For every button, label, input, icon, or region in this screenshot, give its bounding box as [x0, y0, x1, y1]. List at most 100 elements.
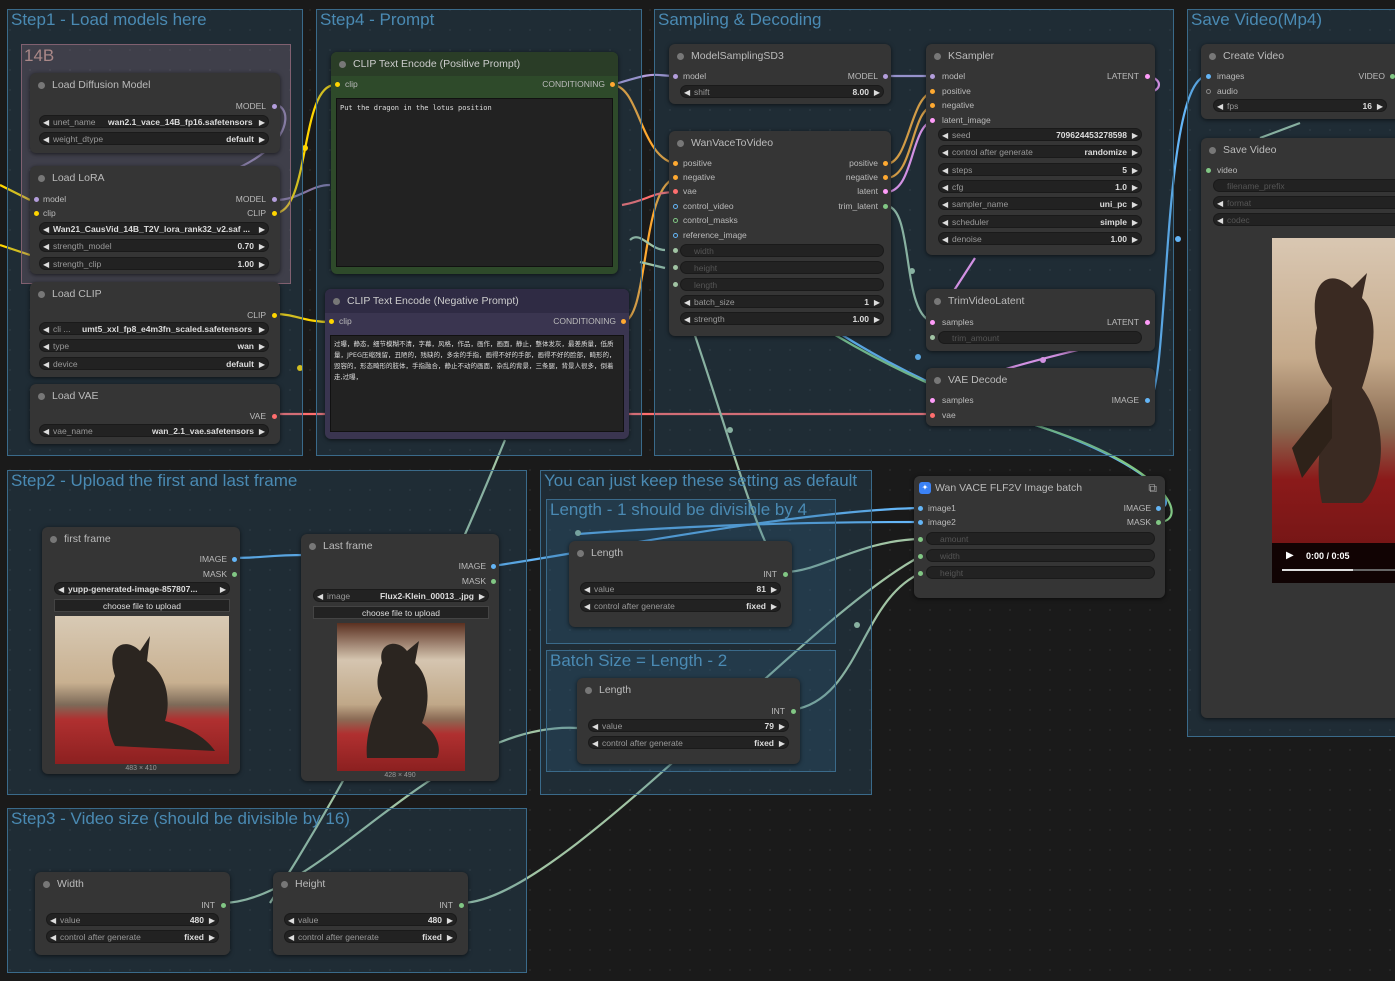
length-node[interactable]: Length INT ◀ value 81 ▶ ◀ control after …: [569, 541, 792, 627]
input-trim-slot[interactable]: [930, 335, 935, 340]
save-video-node[interactable]: Save Video video filename_prefix ◀ format…: [1201, 138, 1395, 718]
output-image-slot[interactable]: [232, 557, 237, 562]
arrow-left-icon[interactable]: ◀: [584, 583, 590, 594]
ksampler-node[interactable]: KSampler model positive negative latent_…: [926, 44, 1155, 255]
positive-prompt-textarea[interactable]: Put the dragon in the lotus position: [336, 98, 613, 267]
filename-prefix-widget[interactable]: filename_prefix: [1213, 179, 1395, 192]
negative-prompt-node[interactable]: CLIP Text Encode (Negative Prompt) clip …: [325, 289, 629, 439]
seed-widget[interactable]: ◀ seed 709624453278598 ▶: [938, 128, 1142, 141]
input-video-slot[interactable]: [1206, 168, 1211, 173]
arrow-right-icon[interactable]: ▶: [1377, 100, 1383, 111]
arrow-right-icon[interactable]: ▶: [771, 600, 777, 611]
input-latent-slot[interactable]: [930, 118, 935, 123]
arrow-left-icon[interactable]: ◀: [1217, 100, 1223, 111]
vae-name-combo[interactable]: ◀ vae_name wan_2.1_vae.safetensors ▶: [39, 424, 269, 437]
arrow-left-icon[interactable]: ◀: [942, 164, 948, 175]
arrow-left-icon[interactable]: ◀: [43, 323, 49, 334]
arrow-right-icon[interactable]: ▶: [259, 323, 265, 334]
arrow-right-icon[interactable]: ▶: [771, 583, 777, 594]
height-widget[interactable]: height: [926, 566, 1155, 579]
collapse-dot-icon[interactable]: [38, 82, 45, 89]
arrow-right-icon[interactable]: ▶: [1132, 181, 1138, 192]
input-height-slot[interactable]: [918, 571, 923, 576]
output-conditioning-slot[interactable]: [610, 82, 615, 87]
output-int-slot[interactable]: [221, 903, 226, 908]
arrow-left-icon[interactable]: ◀: [684, 86, 690, 97]
width-widget[interactable]: width: [680, 244, 884, 257]
arrow-right-icon[interactable]: ▶: [259, 340, 265, 351]
collapse-dot-icon[interactable]: [333, 298, 340, 305]
video-preview[interactable]: ▶ 0:00 / 0:05: [1272, 238, 1395, 583]
output-latent-slot[interactable]: [1145, 320, 1150, 325]
output-int-slot[interactable]: [791, 709, 796, 714]
trim-title[interactable]: TrimVideoLatent: [926, 289, 1155, 313]
length-title[interactable]: Length: [577, 678, 800, 702]
collapse-dot-icon[interactable]: [43, 881, 50, 888]
create-video-node[interactable]: Create Video images audio VIDEO ◀ fps 16…: [1201, 44, 1395, 119]
collapse-dot-icon[interactable]: [50, 536, 57, 543]
arrow-right-icon[interactable]: ▶: [1132, 233, 1138, 244]
collapse-dot-icon[interactable]: [38, 291, 45, 298]
cfg-widget[interactable]: ◀ cfg 1.0 ▶: [938, 180, 1142, 193]
arrow-right-icon[interactable]: ▶: [874, 313, 880, 324]
width-value-widget[interactable]: ◀ value 480 ▶: [46, 913, 219, 926]
arrow-left-icon[interactable]: ◀: [584, 600, 590, 611]
vae-decode-node[interactable]: VAE Decode samples vae IMAGE: [926, 368, 1155, 426]
arrow-left-icon[interactable]: ◀: [684, 296, 690, 307]
codec-widget[interactable]: ◀ codec: [1213, 213, 1395, 226]
height-title[interactable]: Height: [273, 872, 468, 896]
output-clip-slot[interactable]: [272, 211, 277, 216]
denoise-slider[interactable]: ◀ denoise 1.00 ▶: [938, 232, 1142, 245]
vae-decode-title[interactable]: VAE Decode: [926, 368, 1155, 392]
control-after-generate-combo[interactable]: ◀ control after generate fixed ▶: [588, 736, 789, 749]
model-sampling-sd3-node[interactable]: ModelSamplingSD3 model MODEL ◀ shift 8.0…: [669, 44, 891, 104]
wan-batch-title[interactable]: ✦ Wan VACE FLF2V Image batch ⧉: [914, 476, 1165, 500]
length-value-widget[interactable]: ◀ value 81 ▶: [580, 582, 781, 595]
negative-prompt-title[interactable]: CLIP Text Encode (Negative Prompt): [325, 289, 629, 313]
unet-name-combo[interactable]: ◀ unet_name wan2.1_vace_14B_fp16.safeten…: [39, 115, 269, 128]
output-latent-slot[interactable]: [883, 189, 888, 194]
input-control-masks-slot[interactable]: [673, 218, 678, 223]
model-sampling-title[interactable]: ModelSamplingSD3: [669, 44, 891, 68]
height-value-widget[interactable]: ◀ value 480 ▶: [284, 913, 457, 926]
trim-video-latent-node[interactable]: TrimVideoLatent samples LATENT trim_amou…: [926, 289, 1155, 351]
input-samples-slot[interactable]: [930, 398, 935, 403]
video-progress-bar[interactable]: [1282, 569, 1395, 571]
collapse-dot-icon[interactable]: [585, 687, 592, 694]
image-combo[interactable]: ◀ image Flux2-Klein_00013_.jpg ▶: [313, 589, 489, 602]
sampler-name-combo[interactable]: ◀ sampler_name uni_pc ▶: [938, 197, 1142, 210]
arrow-left-icon[interactable]: ◀: [942, 129, 948, 140]
collapse-dot-icon[interactable]: [934, 53, 941, 60]
load-lora-node[interactable]: Load LoRA model clip MODEL CLIP ◀ Wan21_…: [30, 166, 280, 274]
positive-prompt-title[interactable]: CLIP Text Encode (Positive Prompt): [331, 52, 618, 76]
input-model-slot[interactable]: [34, 197, 39, 202]
control-after-generate-combo[interactable]: ◀ control after generate fixed ▶: [284, 930, 457, 943]
arrow-right-icon[interactable]: ▶: [874, 296, 880, 307]
arrow-left-icon[interactable]: ◀: [43, 258, 49, 269]
arrow-left-icon[interactable]: ◀: [942, 216, 948, 227]
amount-widget[interactable]: amount: [926, 532, 1155, 545]
arrow-right-icon[interactable]: ▶: [447, 931, 453, 942]
arrow-right-icon[interactable]: ▶: [447, 914, 453, 925]
weight-dtype-combo[interactable]: ◀ weight_dtype default ▶: [39, 132, 269, 145]
output-trim-latent-slot[interactable]: [883, 204, 888, 209]
collapse-dot-icon[interactable]: [934, 298, 941, 305]
input-positive-slot[interactable]: [673, 161, 678, 166]
upload-button[interactable]: choose file to upload: [54, 599, 230, 612]
arrow-left-icon[interactable]: ◀: [942, 233, 948, 244]
arrow-right-icon[interactable]: ▶: [874, 86, 880, 97]
arrow-left-icon[interactable]: ◀: [288, 931, 294, 942]
last-frame-title[interactable]: Last frame: [301, 534, 499, 558]
strength-slider[interactable]: ◀ strength 1.00 ▶: [680, 312, 884, 325]
arrow-left-icon[interactable]: ◀: [43, 358, 49, 369]
arrow-right-icon[interactable]: ▶: [259, 425, 265, 436]
arrow-right-icon[interactable]: ▶: [779, 737, 785, 748]
output-vae-slot[interactable]: [272, 414, 277, 419]
input-vae-slot[interactable]: [673, 189, 678, 194]
strength-model-slider[interactable]: ◀ strength_model 0.70 ▶: [39, 239, 269, 252]
arrow-left-icon[interactable]: ◀: [684, 313, 690, 324]
fps-widget[interactable]: ◀ fps 16 ▶: [1213, 99, 1387, 112]
arrow-right-icon[interactable]: ▶: [259, 116, 265, 127]
collapse-dot-icon[interactable]: [309, 543, 316, 550]
output-mask-slot[interactable]: [1156, 520, 1161, 525]
